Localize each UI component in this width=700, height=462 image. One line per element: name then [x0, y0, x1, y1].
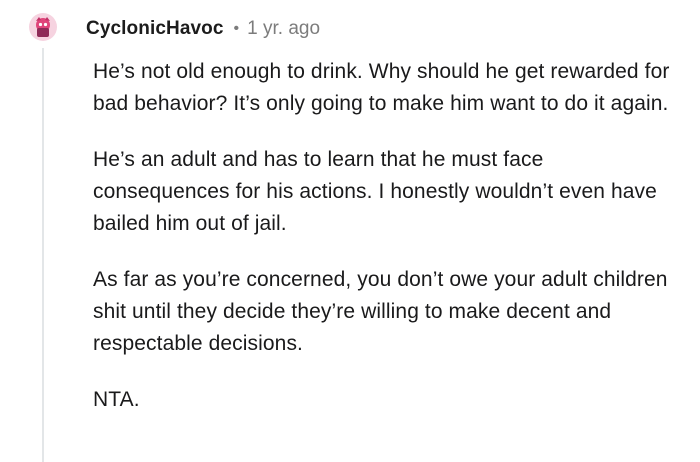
comment-paragraph: NTA.	[93, 388, 140, 411]
comment-paragraph: He’s not old enough to drink. Why should…	[93, 60, 670, 115]
user-avatar-icon[interactable]	[28, 12, 58, 42]
meta-separator: •	[233, 20, 240, 37]
comment: CyclonicHavoc • 1 yr. ago He’s not old e…	[0, 0, 700, 462]
timestamp[interactable]: 1 yr. ago	[247, 18, 320, 40]
comment-paragraph: He’s an adult and has to learn that he m…	[93, 148, 657, 235]
comment-header: CyclonicHavoc • 1 yr. ago	[86, 15, 320, 43]
username-link[interactable]: CyclonicHavoc	[86, 18, 224, 40]
comment-paragraph: As far as you’re concerned, you don’t ow…	[93, 268, 668, 355]
thread-line[interactable]	[42, 48, 44, 462]
comment-body: He’s not old enough to drink. Why should…	[93, 56, 683, 416]
